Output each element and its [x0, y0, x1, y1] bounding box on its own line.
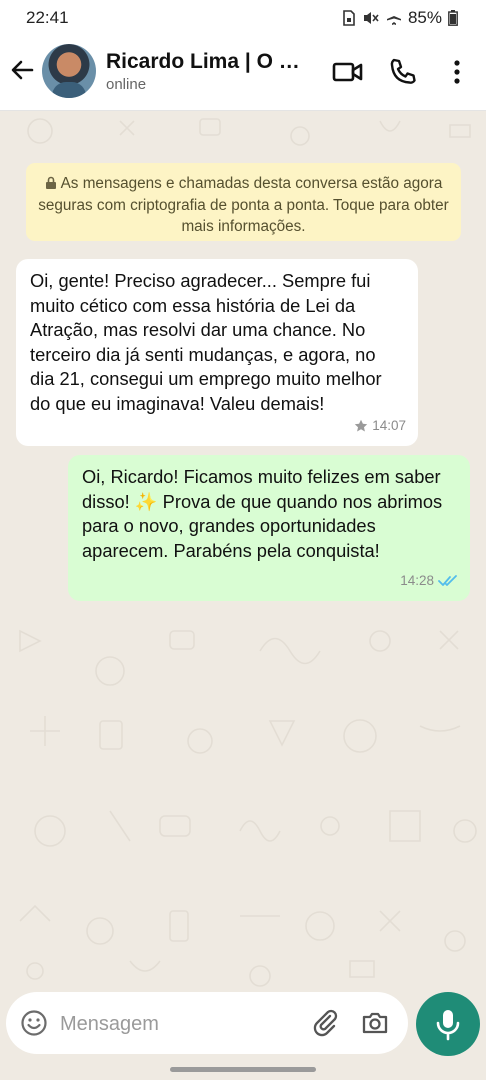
back-arrow-icon[interactable] — [8, 56, 36, 84]
status-bar: 22:41 85% — [0, 0, 486, 36]
voice-message-button[interactable] — [416, 992, 480, 1056]
video-call-icon[interactable] — [332, 56, 364, 88]
outgoing-message[interactable]: Oi, Ricardo! Ficamos muito felizes em sa… — [68, 455, 470, 601]
emoji-icon[interactable] — [20, 1009, 48, 1037]
message-text: Oi, Ricardo! Ficamos muito felizes em sa… — [82, 466, 443, 561]
incoming-message[interactable]: Oi, gente! Preciso agradecer... Sempre f… — [16, 259, 418, 446]
camera-icon[interactable] — [360, 1008, 390, 1038]
chat-header: Ricardo Lima | O D... online — [0, 36, 486, 111]
star-icon — [355, 419, 368, 432]
message-time: 14:28 — [400, 572, 434, 588]
contact-name[interactable]: Ricardo Lima | O D... — [106, 50, 306, 74]
chat-area[interactable]: As mensagens e chamadas desta conversa e… — [0, 111, 486, 990]
message-time: 14:07 — [372, 417, 406, 433]
home-indicator[interactable] — [170, 1067, 316, 1072]
encryption-notice[interactable]: As mensagens e chamadas desta conversa e… — [26, 163, 461, 241]
mute-icon — [363, 12, 379, 24]
double-check-icon — [438, 574, 457, 586]
contact-status: online — [106, 76, 147, 93]
microphone-icon — [436, 1010, 460, 1041]
sim-icon — [343, 10, 355, 26]
status-time: 22:41 — [26, 8, 69, 27]
message-meta: 14:07 — [354, 414, 406, 439]
message-input[interactable] — [58, 1005, 302, 1043]
message-text: Oi, gente! Preciso agradecer... Sempre f… — [30, 270, 382, 414]
status-icons: 85% — [342, 8, 458, 28]
contact-avatar[interactable] — [42, 44, 96, 98]
message-meta: 14:28 — [400, 569, 458, 594]
voice-call-icon[interactable] — [387, 56, 419, 88]
lock-icon — [45, 176, 56, 189]
encryption-notice-text: As mensagens e chamadas desta conversa e… — [38, 175, 449, 235]
attach-clip-icon[interactable] — [310, 1008, 340, 1038]
airplane-icon — [386, 11, 401, 25]
battery-icon — [448, 10, 458, 26]
message-composer — [6, 992, 408, 1054]
battery-percent: 85% — [407, 8, 442, 27]
more-options-icon[interactable] — [441, 56, 473, 88]
